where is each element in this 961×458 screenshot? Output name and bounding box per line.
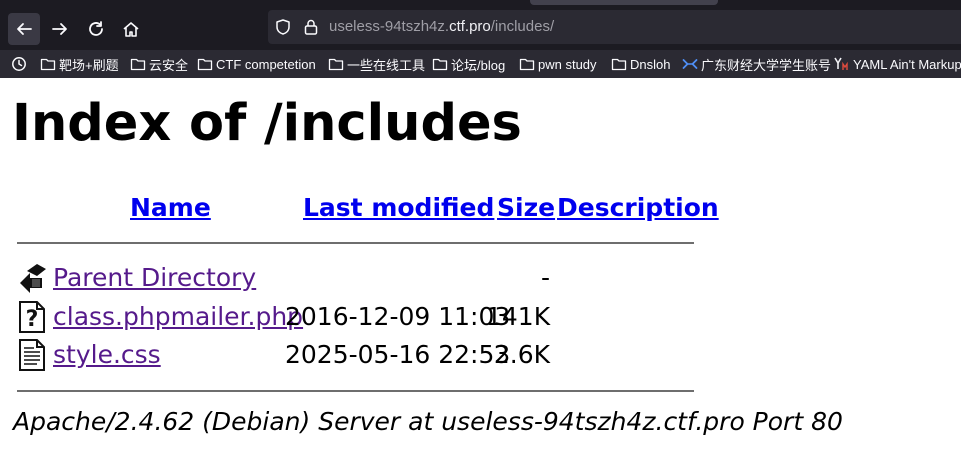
bookmark-label: CTF competetion [216,56,316,72]
tab-strip-edge[interactable] [530,0,718,5]
file-modified: 2025-05-16 22:53 [285,340,511,369]
bookmark-label: pwn study [538,56,597,72]
server-signature: Apache/2.4.62 (Debian) Server at useless… [13,407,843,436]
divider [17,390,694,392]
unknown-file-icon: ? [19,301,45,333]
bookmark-item[interactable]: pwn study [519,55,597,73]
bookmark-label: 广东财经大学学生账号 [701,57,832,73]
folder-icon [519,58,535,71]
forward-arrow-icon [52,23,67,35]
bookmark-item[interactable]: YAML Ain't Markup [834,55,961,73]
home-icon [123,22,139,37]
home-button[interactable] [115,13,147,45]
divider [17,242,694,244]
yaml-logo-icon [834,57,848,70]
bookmark-item[interactable]: 一些在线工具 [328,55,425,73]
back-arrow-icon [20,264,46,293]
bookmark-label: 靶场+刷题 [59,57,119,73]
folder-icon [328,58,344,71]
site-logo-icon [682,59,698,69]
back-button[interactable] [8,13,40,45]
column-header-name[interactable]: Name [130,193,211,223]
page-content: Index of /includes Name Last modified Si… [0,78,961,458]
back-arrow-icon [17,23,32,35]
url-text[interactable]: useless-94tszh4z.ctf.pro/includes/ [329,18,554,35]
url-bar[interactable]: useless-94tszh4z.ctf.pro/includes/ [268,10,961,44]
table-row: ? class.phpmailer.php 2016-12-09 11:03 1… [0,300,961,336]
file-size: - [540,263,550,292]
file-link[interactable]: style.css [53,340,161,370]
table-row: style.css 2025-05-16 22:53 2.6K [0,338,961,374]
lock-icon[interactable] [302,18,320,36]
shield-icon[interactable] [274,18,292,36]
column-header-last-modified[interactable]: Last modified [303,193,494,223]
bookmark-item[interactable]: 广东财经大学学生账号 [682,55,831,73]
bookmark-item[interactable]: 靶场+刷题 [40,55,119,73]
bookmark-item[interactable]: CTF competetion [197,55,316,73]
svg-text:?: ? [26,307,39,332]
bookmark-item[interactable]: 云安全 [130,55,188,73]
file-size: 141K [486,302,551,331]
reload-button[interactable] [80,13,112,45]
bookmark-label: Dnsloh [630,56,671,72]
bookmark-label: YAML Ain't Markup [853,56,961,72]
folder-icon [130,58,146,71]
forward-button[interactable] [44,13,76,45]
folder-icon [40,58,56,71]
text-file-icon [19,339,45,371]
file-size: 2.6K [493,340,550,369]
table-row: Parent Directory - [0,261,961,297]
history-button[interactable] [11,55,27,73]
bookmark-item[interactable]: Dnsloh [611,55,670,73]
bookmark-item[interactable]: 论坛/blog [432,55,505,73]
bookmarks-toolbar: 靶场+刷题 云安全 CTF competetion 一些在线工具 论坛/blog… [0,50,961,78]
file-link[interactable]: Parent Directory [53,263,256,293]
column-header-size[interactable]: Size [497,193,555,223]
file-link[interactable]: class.phpmailer.php [53,302,303,332]
folder-icon [432,58,448,71]
browser-toolbar: useless-94tszh4z.ctf.pro/includes/ [0,0,961,50]
clock-icon [12,57,26,71]
bookmark-label: 一些在线工具 [347,57,426,73]
column-header-description[interactable]: Description [557,193,719,223]
bookmark-label: 论坛/blog [451,57,506,73]
folder-icon [611,58,627,71]
folder-icon [197,58,213,71]
file-modified: 2016-12-09 11:03 [285,302,511,331]
page-title: Index of /includes [12,94,522,153]
reload-icon [89,21,103,36]
bookmark-label: 云安全 [149,57,189,73]
